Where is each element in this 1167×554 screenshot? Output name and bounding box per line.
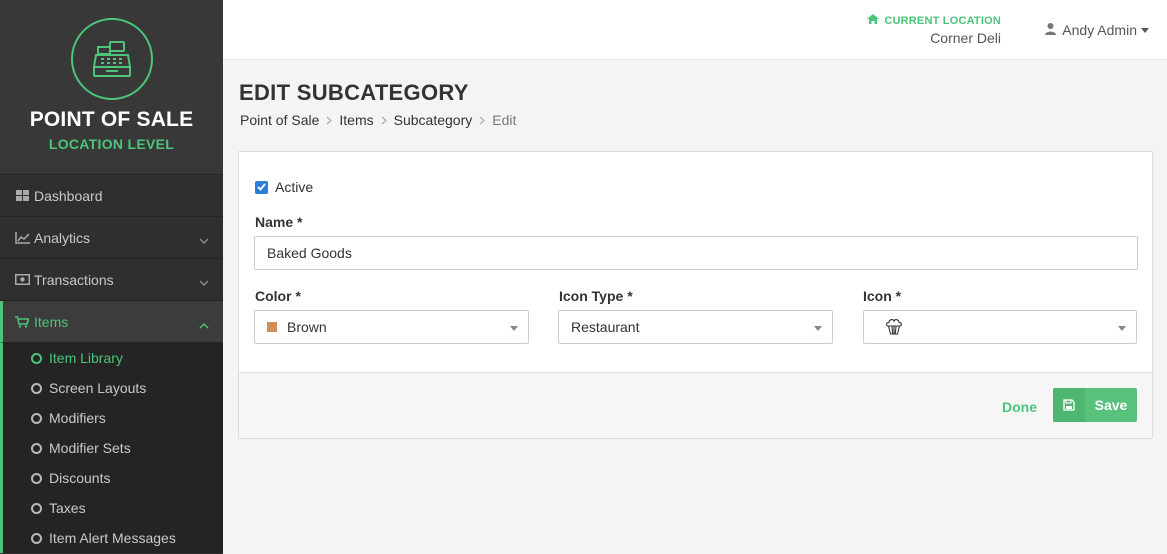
user-menu[interactable]: Andy Admin [1045,22,1149,38]
sub-item-label: Discounts [49,470,111,486]
sidebar: POINT OF SALE LOCATION LEVEL Dashboard A… [0,0,223,554]
active-label: Active [275,179,314,195]
home-icon [867,14,884,27]
breadcrumb: Point of Sale Items Subcategory Edit [240,112,516,128]
caret-down-icon [1141,27,1149,33]
sub-item-label: Item Alert Messages [49,530,176,546]
dropdown-arrow-icon [510,326,518,331]
nav-item-items[interactable]: Items [0,301,223,343]
user-name: Andy Admin [1062,22,1137,38]
brand-subtitle: LOCATION LEVEL [48,136,175,152]
active-checkbox-row[interactable]: Active [255,179,313,195]
page-title: EDIT SUBCATEGORY [239,80,469,105]
location-value: Corner Deli [930,30,1001,46]
circle-icon [31,352,42,364]
sub-item-label: Item Library [49,350,123,366]
edit-form-card: Active Name * Baked Goods Color * Brown … [238,151,1153,439]
nav-label: Dashboard [34,187,103,204]
icon-label: Icon * [863,288,902,304]
items-subnav: Item Library Screen Layouts Modifiers Mo… [0,343,223,553]
icon-type-select[interactable]: Restaurant [558,310,833,344]
dashboard-icon [14,189,30,203]
chevron-right-icon [326,116,333,125]
breadcrumb-items[interactable]: Items [339,112,373,128]
dropdown-arrow-icon [814,326,822,331]
circle-icon [31,412,42,424]
nav-label: Transactions [34,271,114,288]
sub-item-label: Screen Layouts [49,380,147,396]
color-label: Color * [255,288,301,304]
sub-item-modifiers[interactable]: Modifiers [3,403,223,433]
line-chart-icon [14,231,30,245]
name-label: Name * [255,214,303,230]
current-location[interactable]: CURRENT LOCATION Corner Deli [867,14,1001,46]
icon-type-select-value: Restaurant [571,319,640,335]
chevron-right-icon [381,116,387,125]
sub-item-screen-layouts[interactable]: Screen Layouts [3,373,223,403]
breadcrumb-edit: Edit [492,112,517,128]
chevron-right-icon [479,116,486,125]
breadcrumb-point-of-sale[interactable]: Point of Sale [240,112,319,128]
circle-icon [31,472,42,484]
chevron-up-icon [199,316,209,332]
brand: POINT OF SALE LOCATION LEVEL [0,0,223,175]
nav-item-analytics[interactable]: Analytics [0,217,223,259]
circle-icon [31,442,42,454]
sub-item-label: Taxes [49,500,86,516]
sub-item-label: Modifier Sets [49,440,131,456]
money-icon [14,273,30,287]
color-select[interactable]: Brown [254,310,529,344]
topbar: CURRENT LOCATION Corner Deli Andy Admin [223,0,1167,60]
cart-icon [14,315,30,329]
card-footer: Done Save [239,372,1152,438]
circle-icon [31,502,42,514]
chevron-down-icon [199,274,209,290]
brand-title: POINT OF SALE [29,108,194,131]
circle-icon [31,532,42,544]
sub-item-discounts[interactable]: Discounts [3,463,223,493]
nav-label: Analytics [34,229,91,246]
location-label-row: CURRENT LOCATION [867,14,1001,27]
color-select-value: Brown [287,319,327,335]
chevron-down-icon [199,232,209,248]
circle-icon [31,382,42,394]
name-input-value: Baked Goods [267,245,352,261]
sub-item-item-alert-messages[interactable]: Item Alert Messages [3,523,223,553]
save-button[interactable]: Save [1053,388,1137,422]
cash-register-icon [70,18,153,100]
save-label: Save [1094,397,1128,413]
sub-item-taxes[interactable]: Taxes [3,493,223,523]
color-swatch [267,322,277,332]
dropdown-arrow-icon [1118,326,1126,331]
cupcake-icon [884,316,904,339]
floppy-disk-icon [1053,388,1085,422]
sub-item-label: Modifiers [49,410,106,426]
sub-item-item-library[interactable]: Item Library [3,343,223,373]
name-input[interactable]: Baked Goods [254,236,1138,270]
location-label: CURRENT LOCATION [884,14,1001,27]
active-checkbox[interactable] [255,180,268,194]
sub-item-modifier-sets[interactable]: Modifier Sets [3,433,223,463]
breadcrumb-subcategory[interactable]: Subcategory [394,112,473,128]
user-icon [1045,22,1062,38]
nav-item-transactions[interactable]: Transactions [0,259,223,301]
main-content: EDIT SUBCATEGORY Point of Sale Items Sub… [223,60,1167,554]
icon-select[interactable] [863,310,1137,344]
done-button[interactable]: Done [1002,399,1037,415]
icon-type-label: Icon Type * [559,288,633,304]
nav-item-dashboard[interactable]: Dashboard [0,175,223,217]
nav-label: Items [34,313,69,330]
